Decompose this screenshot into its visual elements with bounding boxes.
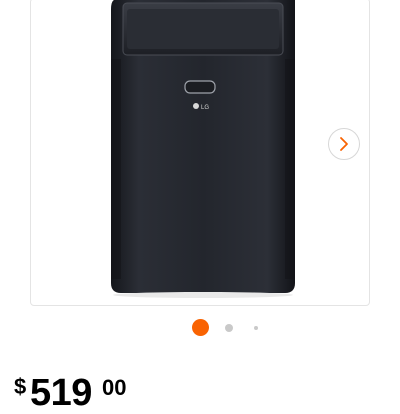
carousel-dot[interactable] xyxy=(254,326,258,330)
carousel-dot-active[interactable] xyxy=(192,319,209,336)
product-image-gallery[interactable]: LG xyxy=(30,0,370,306)
next-image-button[interactable] xyxy=(328,128,360,160)
lg-logo-icon xyxy=(193,103,199,109)
price-cents: 00 xyxy=(102,375,127,400)
carousel-indicator xyxy=(192,319,264,337)
carousel-dot[interactable] xyxy=(225,324,233,332)
price-dollars: 519 xyxy=(30,372,92,414)
price-currency: $ xyxy=(14,374,27,399)
chevron-right-icon xyxy=(340,137,348,151)
svg-text:LG: LG xyxy=(201,105,209,111)
product-image[interactable]: LG xyxy=(31,0,371,307)
